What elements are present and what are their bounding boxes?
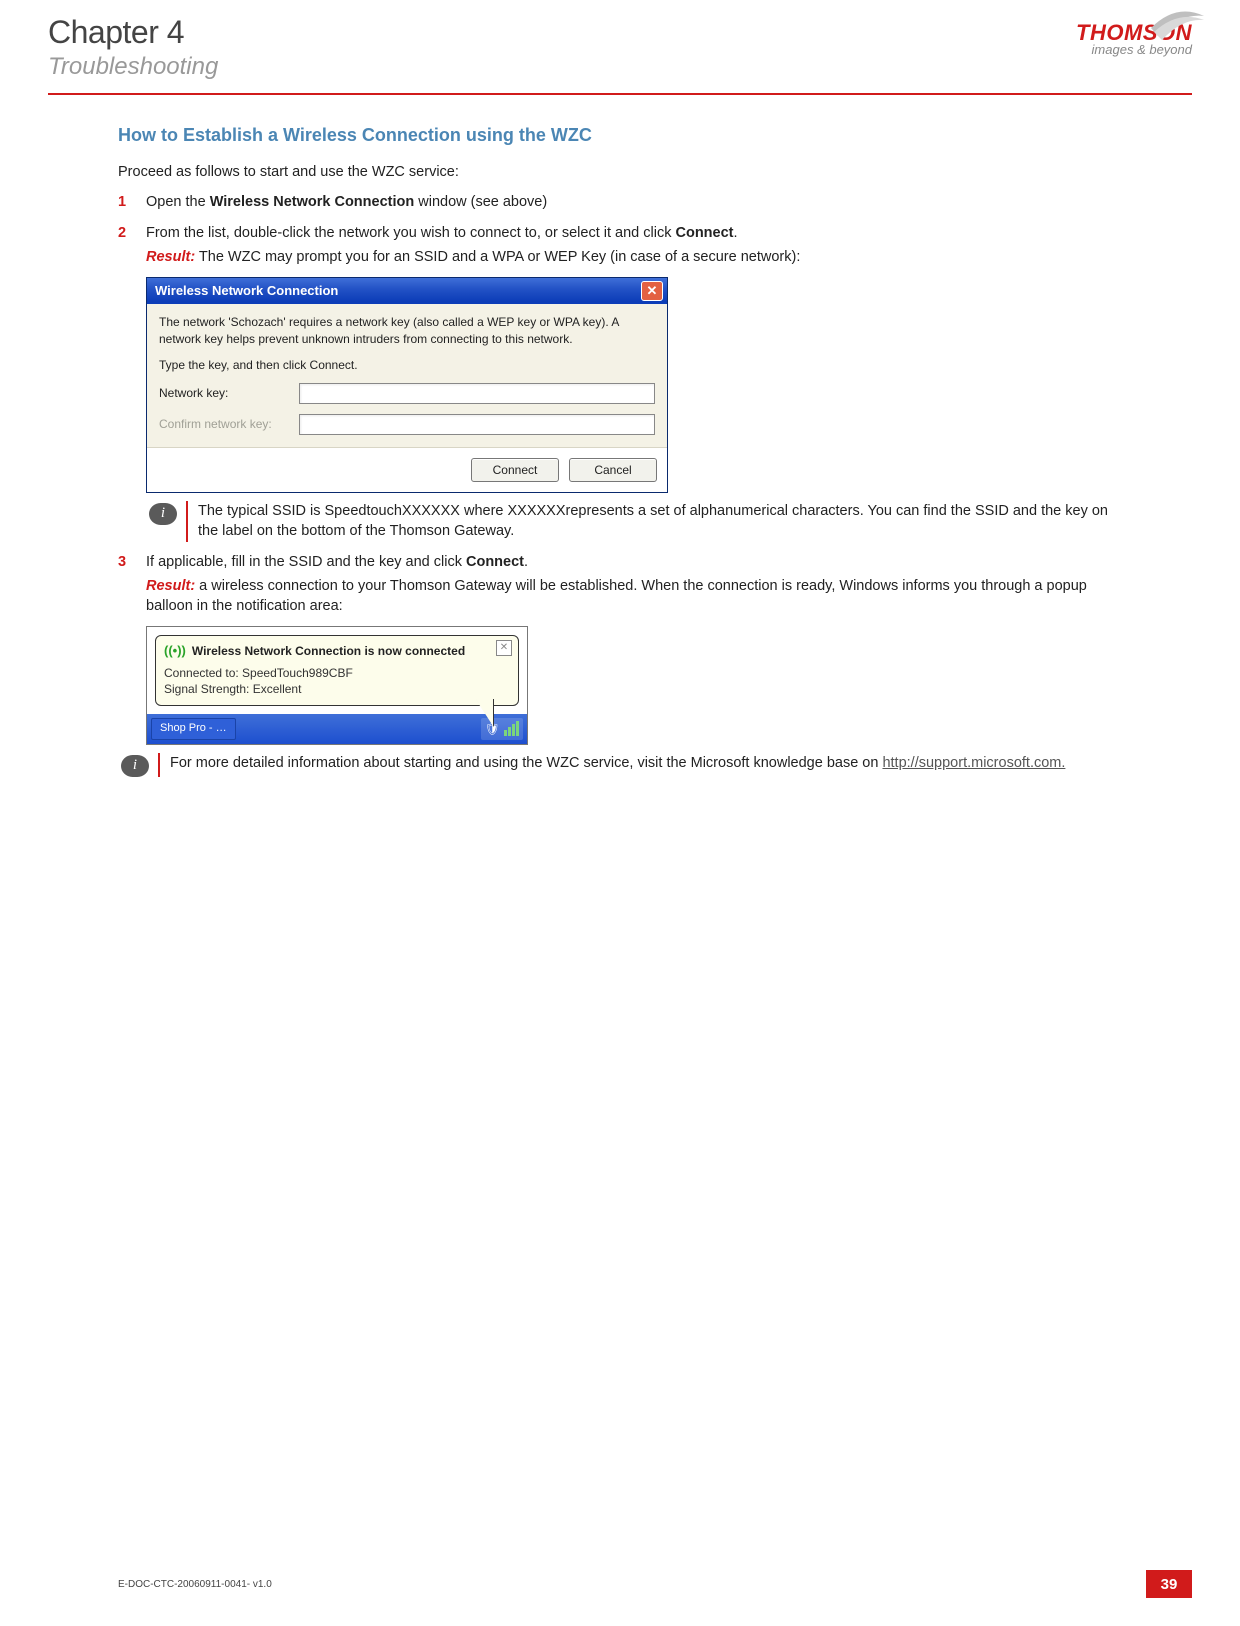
cancel-button[interactable]: Cancel (569, 458, 657, 482)
balloon-line-1: Connected to: SpeedTouch989CBF (164, 665, 510, 681)
note-divider (158, 753, 160, 777)
connection-balloon-figure: ✕ ((•)) Wireless Network Connection is n… (146, 626, 528, 745)
page-number-badge: 39 (1146, 1570, 1192, 1598)
balloon-heading: Wireless Network Connection is now conne… (192, 643, 465, 660)
info-icon: i (121, 755, 149, 777)
confirm-key-input[interactable] (299, 414, 655, 435)
document-id: E-DOC-CTC-20060911-0041- v1.0 (118, 1579, 272, 1590)
step-2: 2 From the list, double-click the networ… (146, 223, 1122, 542)
tray-signal-icon (504, 721, 519, 736)
step-text: From the list, double-click the network … (146, 225, 738, 241)
note-text: The typical SSID is SpeedtouchXXXXXX whe… (198, 501, 1122, 542)
balloon-tail-icon (475, 698, 493, 726)
taskbar: Shop Pro - … 🛡 (147, 714, 527, 744)
content-area: How to Establish a Wireless Connection u… (0, 95, 1240, 777)
step-result: Result: The WZC may prompt you for an SS… (146, 247, 1122, 267)
network-key-label: Network key: (159, 385, 299, 402)
step-1: 1 Open the Wireless Network Connection w… (146, 192, 1122, 212)
step-text: If applicable, fill in the SSID and the … (146, 554, 528, 570)
step-result: Result: a wireless connection to your Th… (146, 576, 1122, 617)
intro-text: Proceed as follows to start and use the … (118, 162, 1122, 182)
dialog-text-2: Type the key, and then click Connect. (159, 357, 655, 373)
info-icon-wrap: i (146, 501, 180, 542)
info-icon-wrap: i (118, 753, 152, 777)
network-key-input[interactable] (299, 383, 655, 404)
info-icon: i (149, 503, 177, 525)
step-number: 3 (118, 552, 126, 572)
balloon-close-icon[interactable]: ✕ (496, 640, 512, 656)
close-icon[interactable]: ✕ (641, 281, 663, 301)
brand-logo: THOMSON images & beyond (1076, 14, 1192, 57)
confirm-key-row: Confirm network key: (159, 414, 655, 435)
info-note-ssid: i The typical SSID is SpeedtouchXXXXXX w… (146, 501, 1122, 542)
chapter-subtitle: Troubleshooting (48, 53, 218, 81)
info-note-msft: i For more detailed information about st… (118, 753, 1122, 777)
note-text: For more detailed information about star… (170, 753, 1122, 777)
chapter-block: Chapter 4 Troubleshooting (48, 14, 218, 81)
chapter-title: Chapter 4 (48, 14, 218, 51)
section-title: How to Establish a Wireless Connection u… (118, 123, 1122, 148)
network-key-row: Network key: (159, 383, 655, 404)
logo-swoosh-icon (1146, 8, 1206, 48)
step-3: 3 If applicable, fill in the SSID and th… (146, 552, 1122, 777)
page-header: Chapter 4 Troubleshooting THOMSON images… (0, 0, 1240, 81)
step-text: Open the Wireless Network Connection win… (146, 194, 547, 210)
result-label: Result: (146, 249, 195, 265)
steps-list: 1 Open the Wireless Network Connection w… (118, 192, 1122, 777)
note-divider (186, 501, 188, 542)
connect-button[interactable]: Connect (471, 458, 559, 482)
wireless-connection-dialog: Wireless Network Connection ✕ The networ… (146, 277, 668, 493)
balloon-line-2: Signal Strength: Excellent (164, 681, 510, 697)
dialog-titlebar: Wireless Network Connection ✕ (147, 278, 667, 304)
dialog-text-1: The network 'Schozach' requires a networ… (159, 314, 655, 346)
balloon-tooltip: ✕ ((•)) Wireless Network Connection is n… (155, 635, 519, 706)
dialog-body: The network 'Schozach' requires a networ… (147, 304, 667, 447)
microsoft-support-link[interactable]: http://support.microsoft.com. (882, 755, 1065, 771)
result-label: Result: (146, 578, 195, 594)
dialog-button-row: Connect Cancel (147, 447, 667, 492)
step-number: 2 (118, 223, 126, 243)
step-number: 1 (118, 192, 126, 212)
dialog-title: Wireless Network Connection (155, 282, 338, 300)
taskbar-app-button[interactable]: Shop Pro - … (151, 718, 236, 740)
page-footer: E-DOC-CTC-20060911-0041- v1.0 39 (118, 1570, 1192, 1598)
balloon-heading-row: ((•)) Wireless Network Connection is now… (164, 642, 510, 660)
confirm-key-label: Confirm network key: (159, 416, 299, 433)
wifi-icon: ((•)) (164, 642, 186, 660)
